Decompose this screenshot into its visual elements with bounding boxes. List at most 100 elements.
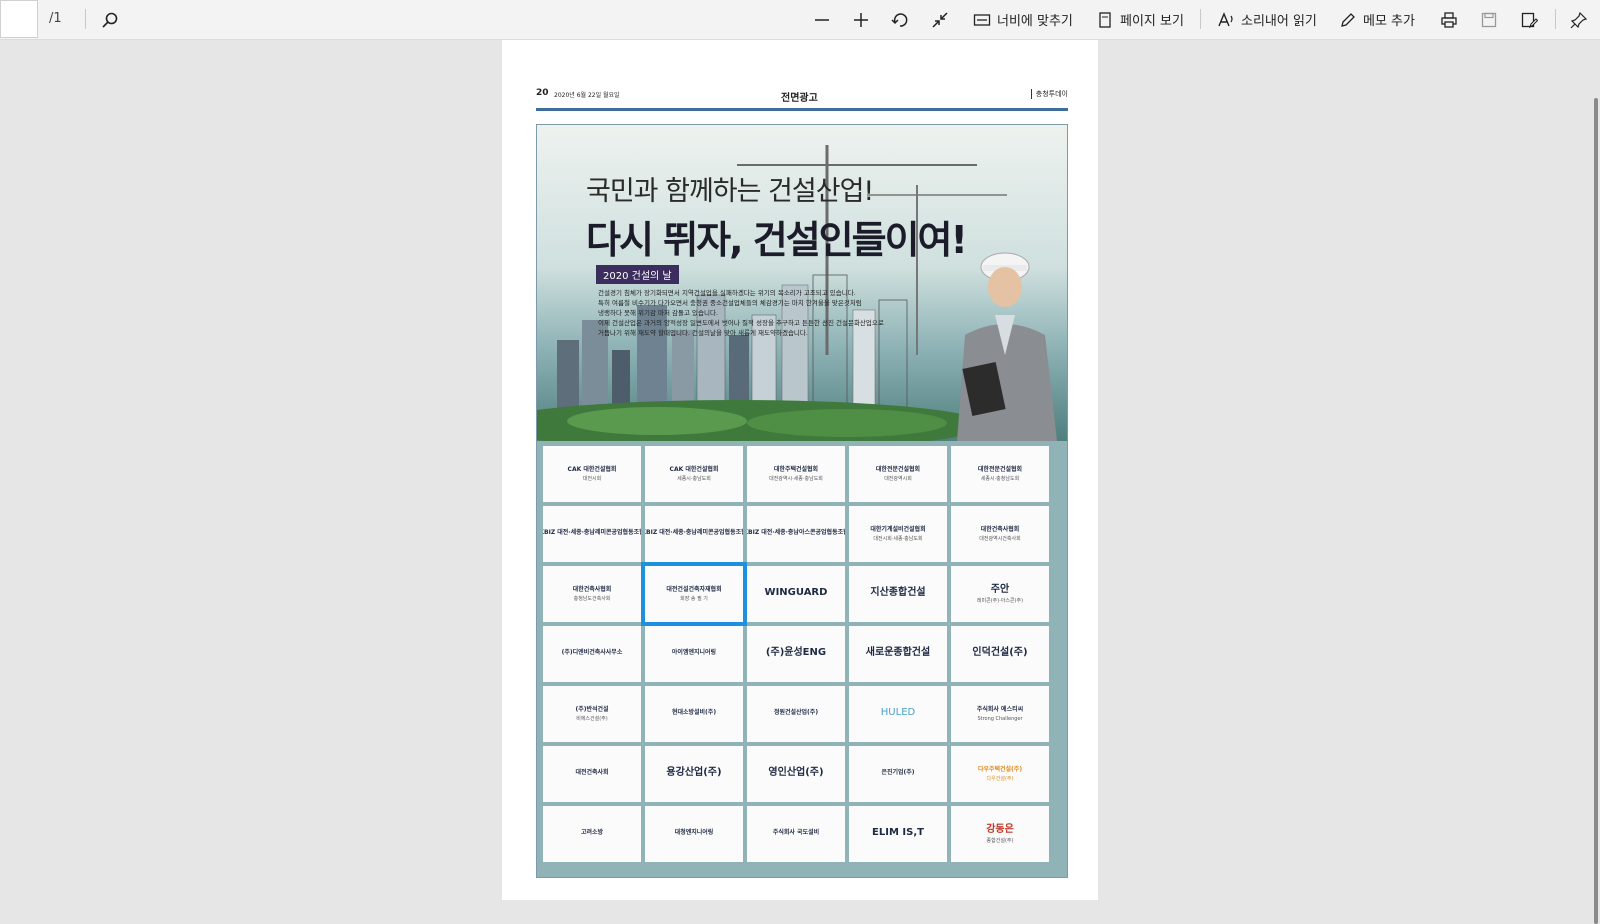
ad-body-line: 냉랭하다 못해 위기감 마저 감돌고 있습니다. [598,309,719,317]
sponsor-name: (주)디엔비건축사사무소 [561,649,623,656]
sponsor-subtitle: 대전광역시회 [884,476,912,482]
sponsor-logo[interactable]: 주안 레미콘(주)·아스콘(주) [951,566,1049,622]
sponsor-logo[interactable]: 주식회사 에스티씨 Strong Challenger [951,686,1049,742]
sponsor-logo[interactable]: 새로운종합건설 [849,626,947,682]
sponsor-logo-selected[interactable]: 대전건설건축자재협회 회장 송 필 기 [641,562,747,626]
toolbar-divider [1200,9,1201,29]
sponsor-name: 은진기업(주) [881,769,915,776]
sponsor-name: 고려소방 [580,829,604,836]
sponsor-logo[interactable]: KBIZ 대전·세종·충남아스콘공업협동조합 [747,506,845,562]
print-button[interactable] [1440,6,1458,33]
sponsor-logo[interactable]: 아이엠엔지니어링 [645,626,743,682]
sponsor-logo[interactable]: (주)반석건설 비에스건설(주) [543,686,641,742]
rotate-button[interactable] [891,6,909,33]
document-viewer[interactable]: 20 2020년 6월 22일 월요일 전면광고 충청투데이 국민과 함께하는 … [0,40,1600,924]
sponsor-logo[interactable]: 대한전문건설협회 세종시·충청남도회 [951,446,1049,502]
newspaper-section: 전면광고 [781,93,818,104]
sponsor-name: 대한전문건설협회 [875,466,921,473]
sponsor-logo[interactable]: KBIZ 대전·세종·충남레미콘공업협동조합 [645,506,743,562]
sponsor-name: 영인산업(주) [768,767,824,778]
sponsor-logo[interactable]: 고려소방 [543,806,641,862]
pen-icon [1341,12,1355,27]
save-as-icon [1521,12,1538,28]
sponsor-name: 인덕건설(주) [972,647,1028,658]
read-aloud-button[interactable]: 소리내어 읽기 [1217,6,1317,33]
search-icon [102,12,118,28]
fit-width-label: 너비에 맞추기 [997,14,1073,29]
sponsor-subtitle: 세종시·충남도회 [677,476,711,482]
sponsor-name: 용강산업(주) [666,767,722,778]
read-aloud-icon [1218,11,1233,26]
ad-body-line: 거듭나기 위해 재도약 할때입니다. 건설의날을 맞아 새롭게 재도약하겠습니다… [598,329,808,337]
sponsor-logo[interactable]: 대한기계설비건설협회 대전시회·세종·충남도회 [849,506,947,562]
sponsor-logo[interactable]: 주식회사 국도설비 [747,806,845,862]
shrink-icon [932,11,948,28]
sponsor-name: 새로운종합건설 [865,647,931,658]
sponsor-logo[interactable]: 대한주택건설협회 대전광역시·세종·충남도회 [747,446,845,502]
sponsor-logo[interactable]: ELIM IS,T [849,806,947,862]
page-view-icon [1099,11,1111,28]
sponsor-logo[interactable]: 강동은 종합건설(주) [951,806,1049,862]
sponsor-logo[interactable]: 다우주택건설(주) 다우건설(주) [951,746,1049,802]
sponsor-name: 주식회사 에스티씨 [976,706,1024,713]
sponsor-subtitle: 레미콘(주)·아스콘(주) [976,598,1024,604]
zoom-out-button[interactable] [813,6,831,33]
sponsor-logo[interactable]: (주)윤성ENG [747,626,845,682]
sponsor-logo[interactable]: KBIZ 대전·세종·충남레미콘공업협동조합 [543,506,641,562]
sponsor-logo[interactable]: 대한전문건설협회대전광역시회 [849,446,947,502]
sponsor-name: 대청엔지니어링 [674,829,714,836]
sponsor-logo[interactable]: CAK 대한건설협회대전시회 [543,446,641,502]
sponsor-name: CAK 대한건설협회 [567,466,617,473]
sponsor-name: 강동은 [986,824,1014,835]
sponsor-logo[interactable]: HULED [849,686,947,742]
sponsor-logo[interactable]: 정원건설산업(주) [747,686,845,742]
page-view-button[interactable]: 페이지 보기 [1096,6,1184,33]
zoom-in-button[interactable] [852,6,870,33]
page-view-label: 페이지 보기 [1120,14,1184,29]
sponsor-logo[interactable]: 대전건축사회 [543,746,641,802]
sponsor-logo[interactable]: 현대소방설비(주) [645,686,743,742]
sponsor-logo[interactable]: (주)디엔비건축사사무소 [543,626,641,682]
sponsor-logo[interactable]: 대한건축사협회대전광역시건축사회 [951,506,1049,562]
sponsor-name: 대한건축사협회 [980,526,1020,533]
sponsor-logo[interactable]: 지산종합건설 [849,566,947,622]
ad-body-line: 이제 건설산업은 과거의 양적성장 일변도에서 벗어나 질적 성장을 추구하고 … [598,319,884,327]
save-button[interactable] [1480,6,1498,33]
ad-headline: 다시 뛰자, 건설인들이여! [586,218,968,262]
sponsor-logo[interactable]: 영인산업(주) [747,746,845,802]
construction-worker-image [957,252,1057,441]
newspaper-page-number: 20 [536,88,549,98]
sponsor-logo[interactable]: 인덕건설(주) [951,626,1049,682]
print-icon [1441,11,1457,28]
sponsor-logo[interactable]: 대청엔지니어링 [645,806,743,862]
sponsor-logo[interactable]: 은진기업(주) [849,746,947,802]
sponsor-subtitle: 대전광역시건축사회 [979,536,1021,542]
ad-subtitle: 국민과 함께하는 건설산업! [586,176,874,207]
sponsor-name: WINGUARD [764,587,828,598]
sponsor-logo[interactable]: WINGUARD [747,566,845,622]
newspaper-header: 20 2020년 6월 22일 월요일 전면광고 충청투데이 [536,88,1068,111]
sponsor-name: KBIZ 대전·세종·충남레미콘공업협동조합 [645,529,743,536]
sponsor-logo[interactable]: CAK 대한건설협회 세종시·충남도회 [645,446,743,502]
page-number-input[interactable] [0,0,38,38]
sponsor-logo[interactable]: 용강산업(주) [645,746,743,802]
sponsor-subtitle: 대전시회 [582,476,602,482]
pin-button[interactable] [1570,6,1588,33]
search-button[interactable] [101,6,119,33]
sponsor-subtitle: 충청남도건축사회 [573,596,611,602]
sponsor-subtitle: 다우건설(주) [986,776,1014,782]
plus-icon [854,12,868,27]
sponsor-subtitle: 세종시·충청남도회 [980,476,1020,482]
sponsor-logo[interactable]: 대한건축사협회 충청남도건축사회 [543,566,641,622]
fit-width-button[interactable]: 너비에 맞추기 [973,6,1073,33]
vertical-scrollbar[interactable] [1594,98,1598,924]
add-note-label: 메모 추가 [1363,14,1415,29]
save-as-button[interactable] [1520,6,1538,33]
sponsor-name: 아이엠엔지니어링 [671,649,717,656]
read-aloud-label: 소리내어 읽기 [1241,14,1317,29]
sponsor-subtitle: 대전시회·세종·충남도회 [873,536,923,542]
fit-page-button[interactable] [931,6,949,33]
toolbar-divider [85,9,86,29]
sponsor-name: 주식회사 국도설비 [772,829,820,836]
add-note-button[interactable]: 메모 추가 [1339,6,1415,33]
